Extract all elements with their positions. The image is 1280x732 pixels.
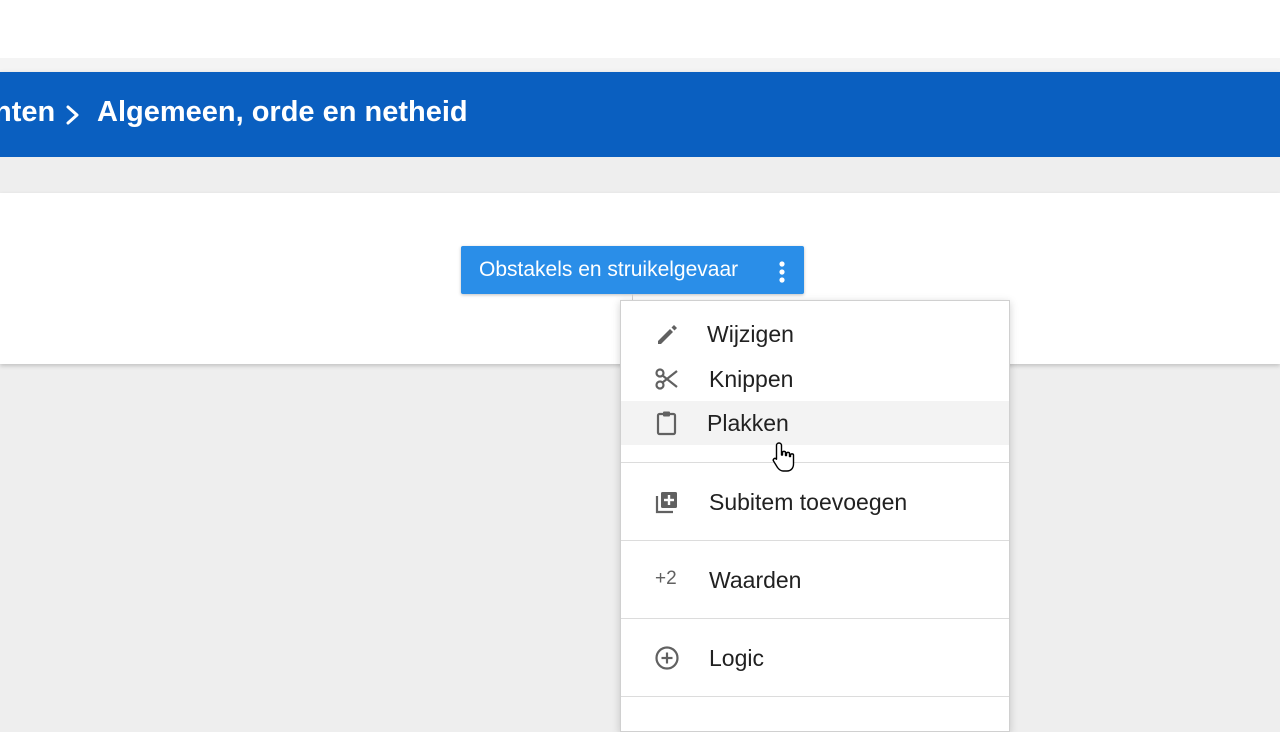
menu-item-plakken[interactable]: Plakken	[621, 401, 1009, 445]
header-bar: nten Algemeen, orde en netheid	[0, 72, 1280, 157]
item-chip[interactable]: Obstakels en struikelgevaar	[461, 246, 804, 294]
item-chip-label: Obstakels en struikelgevaar	[479, 258, 739, 281]
spacer	[0, 157, 1280, 193]
menu-divider	[621, 618, 1009, 619]
menu-divider	[621, 462, 1009, 463]
menu-item-label: Wijzigen	[707, 321, 794, 347]
chevron-right-icon	[66, 105, 79, 125]
menu-item-label: Knippen	[709, 366, 794, 392]
pencil-icon	[658, 325, 677, 344]
more-vert-icon[interactable]	[768, 259, 796, 285]
menu-item-logic[interactable]: Logic	[621, 636, 1009, 680]
hand-cursor-icon	[772, 442, 795, 472]
menu-item-label: Logic	[709, 645, 764, 671]
menu-divider	[621, 696, 1009, 697]
menu-item-knippen[interactable]: Knippen	[621, 357, 1009, 401]
menu-item-wijzigen[interactable]: Wijzigen	[621, 312, 1009, 356]
scissors-icon	[655, 368, 678, 390]
menu-divider	[621, 540, 1009, 541]
values-count-icon: +2	[655, 568, 677, 589]
menu-item-label: Subitem toevoegen	[709, 489, 908, 515]
menu-item-label: Plakken	[707, 410, 789, 436]
clipboard-icon	[656, 411, 677, 436]
breadcrumb-previous[interactable]: nten	[0, 96, 55, 129]
top-gap	[0, 58, 1280, 72]
menu-item-label: Waarden	[709, 567, 802, 593]
context-menu: Wijzigen Knippen Plakken Subitem toevoeg…	[620, 300, 1010, 732]
menu-item-waarden[interactable]: +2 Waarden	[621, 558, 1009, 602]
top-bar	[0, 0, 1280, 58]
breadcrumb-current: Algemeen, orde en netheid	[97, 96, 468, 128]
menu-item-subitem-toevoegen[interactable]: Subitem toevoegen	[621, 480, 1009, 524]
plus-circle-icon	[655, 646, 679, 670]
add-subitem-icon	[655, 492, 677, 514]
